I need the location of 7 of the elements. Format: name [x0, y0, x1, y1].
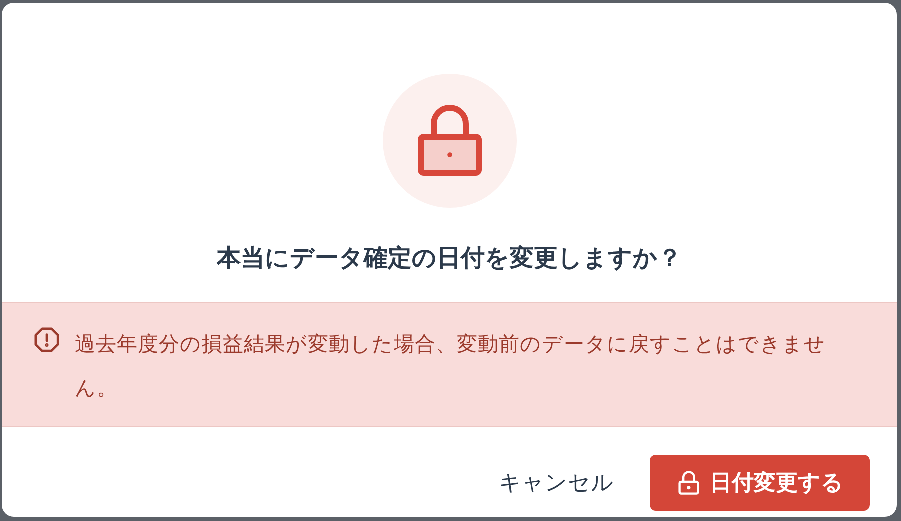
warning-text: 過去年度分の損益結果が変動した場合、変動前のデータに戻すことはできません。	[75, 331, 827, 402]
cancel-button[interactable]: キャンセル	[499, 455, 614, 511]
warning-icon	[33, 326, 61, 354]
change-date-button[interactable]: 日付変更する	[650, 455, 870, 511]
lock-icon	[416, 105, 484, 177]
dialog-title: 本当にデータ確定の日付を変更しますか？	[216, 243, 683, 274]
lock-icon	[676, 470, 702, 496]
